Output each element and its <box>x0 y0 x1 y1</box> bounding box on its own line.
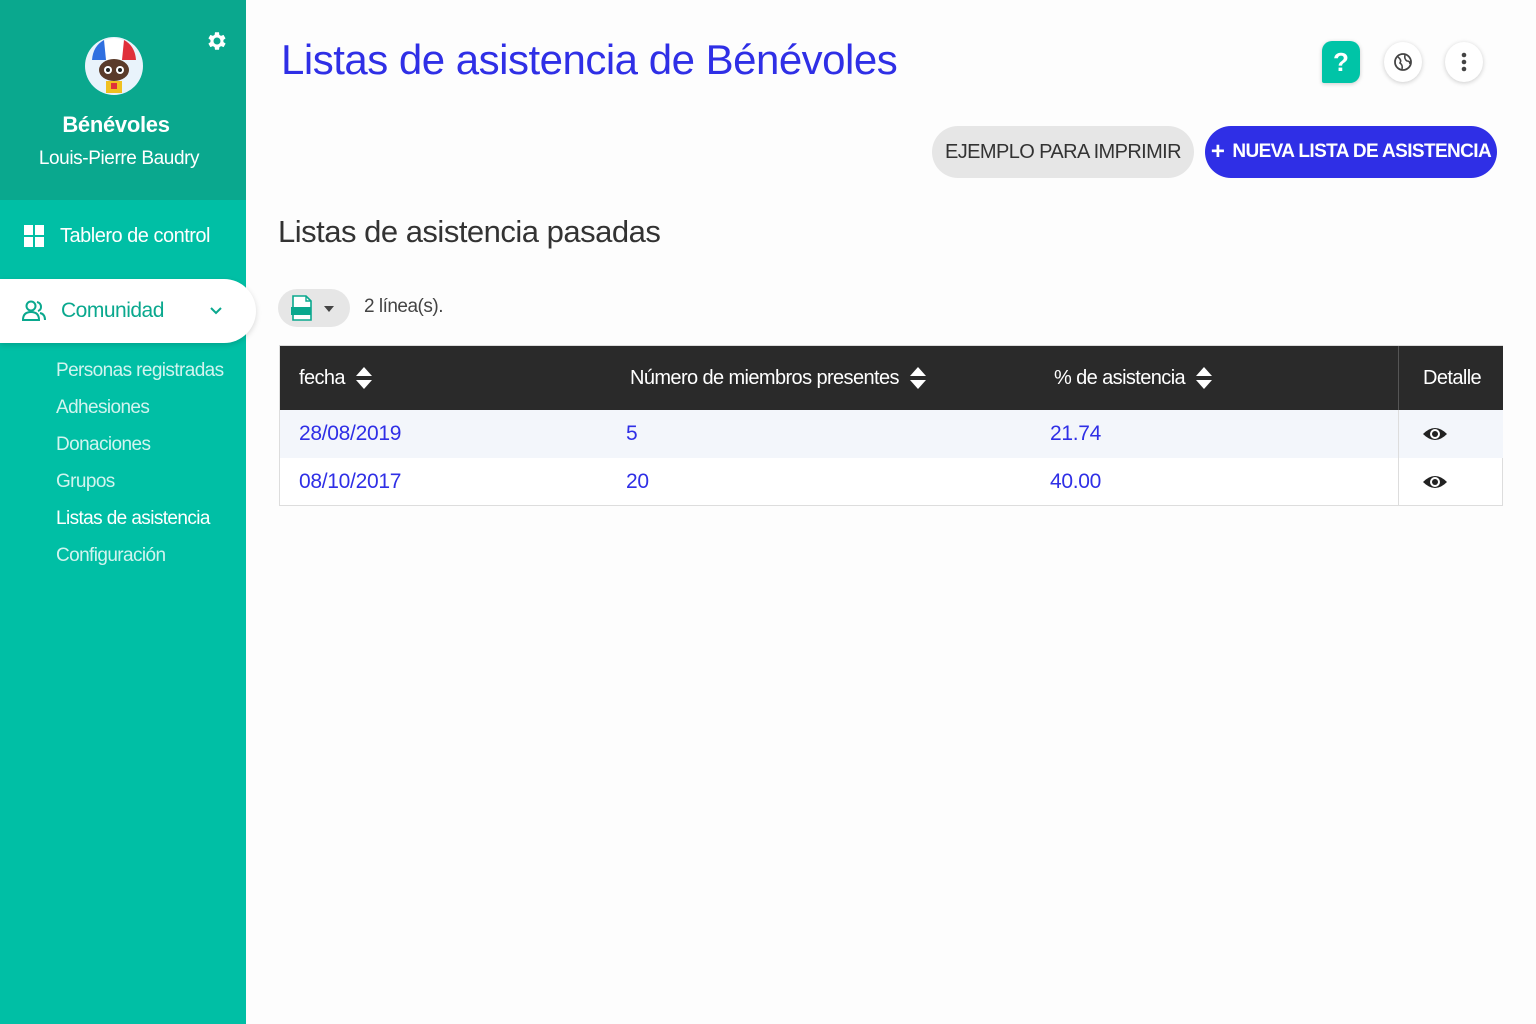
table-header: fecha Número de miembros presentes % de … <box>280 346 1503 410</box>
cell-members: 5 <box>626 422 638 445</box>
submenu-item-attendance-lists[interactable]: Listas de asistencia <box>56 502 224 539</box>
sidebar-item-dashboard[interactable]: Tablero de control <box>0 212 246 260</box>
submenu-item-groups[interactable]: Grupos <box>56 465 224 502</box>
column-header-label: Número de miembros presentes <box>630 366 899 389</box>
organization-name: Bénévoles <box>62 112 170 137</box>
grid-icon <box>24 225 44 247</box>
organization-avatar <box>85 37 143 95</box>
xlsx-file-icon <box>291 295 312 321</box>
column-header-detail: Detalle <box>1423 346 1482 410</box>
row-count: 2 línea(s). <box>364 296 443 317</box>
cell-attendance: 21.74 <box>1050 422 1102 445</box>
sort-icon[interactable] <box>355 366 373 390</box>
sidebar-item-label: Comunidad <box>61 299 164 322</box>
cell-members: 20 <box>626 470 649 493</box>
sort-icon[interactable] <box>1195 366 1213 390</box>
submenu-item-registered-people[interactable]: Personas registradas <box>56 354 224 391</box>
eye-icon[interactable] <box>1422 424 1448 444</box>
users-icon <box>22 300 46 321</box>
sidebar-header: Bénévoles Louis-Pierre Baudry <box>0 0 246 200</box>
chevron-down-icon <box>210 307 222 315</box>
submenu-item-donations[interactable]: Donaciones <box>56 428 224 465</box>
cell-date[interactable]: 08/10/2017 <box>299 458 401 506</box>
help-button[interactable]: ? <box>1322 41 1360 83</box>
column-header-label: fecha <box>299 366 346 389</box>
column-divider <box>1398 410 1399 506</box>
caret-down-icon <box>324 306 334 312</box>
gear-icon[interactable] <box>204 29 228 53</box>
table-row: 28/08/2019 5 21.74 <box>280 410 1503 458</box>
new-attendance-list-label: NUEVA LISTA DE ASISTENCIA <box>1232 141 1492 162</box>
column-divider <box>1398 346 1399 410</box>
attendance-table: fecha Número de miembros presentes % de … <box>279 345 1503 506</box>
sidebar-item-community[interactable]: Comunidad <box>0 279 256 343</box>
plus-icon: + <box>1210 138 1225 165</box>
more-options-button[interactable] <box>1445 42 1483 82</box>
column-header-date[interactable]: fecha <box>299 346 373 410</box>
print-example-button[interactable]: EJEMPLO PARA IMPRIMIR <box>932 126 1194 178</box>
column-header-members[interactable]: Número de miembros presentes <box>630 346 927 410</box>
sidebar-item-label: Tablero de control <box>60 224 210 247</box>
export-button[interactable] <box>278 289 350 327</box>
page-title: Listas de asistencia de Bénévoles <box>281 36 898 83</box>
globe-icon <box>1394 53 1412 71</box>
submenu-item-configuration[interactable]: Configuración <box>56 539 224 576</box>
community-submenu: Personas registradas Adhesiones Donacion… <box>56 354 224 576</box>
section-title: Listas de asistencia pasadas <box>278 214 661 249</box>
cell-date[interactable]: 28/08/2019 <box>299 410 401 458</box>
column-header-label: % de asistencia <box>1054 366 1186 389</box>
language-button[interactable] <box>1384 42 1422 82</box>
more-vertical-icon <box>1461 52 1467 72</box>
column-header-label: Detalle <box>1423 366 1482 389</box>
table-row: 08/10/2017 20 40.00 <box>280 458 1503 506</box>
sort-icon[interactable] <box>909 366 927 390</box>
new-attendance-list-button[interactable]: + NUEVA LISTA DE ASISTENCIA <box>1205 126 1497 178</box>
eye-icon[interactable] <box>1422 472 1448 492</box>
column-header-attendance[interactable]: % de asistencia <box>1054 346 1213 410</box>
cell-attendance: 40.00 <box>1050 470 1102 493</box>
user-name: Louis-Pierre Baudry <box>38 148 200 169</box>
sidebar: Bénévoles Louis-Pierre Baudry Tablero de… <box>0 0 256 1024</box>
submenu-item-memberships[interactable]: Adhesiones <box>56 391 224 428</box>
